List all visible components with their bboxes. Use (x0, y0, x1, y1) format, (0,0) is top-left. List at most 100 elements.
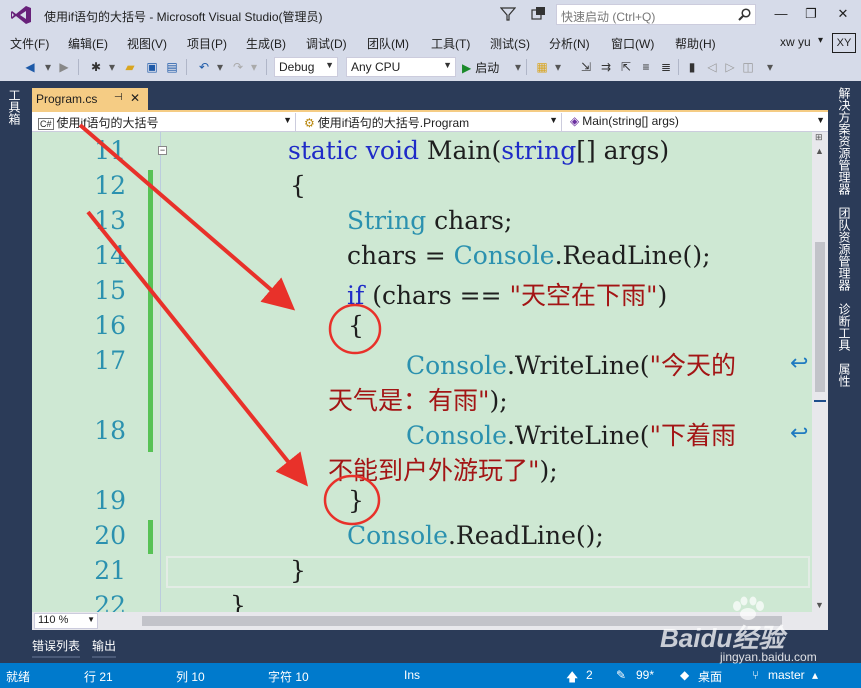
line-number: 20 (94, 521, 126, 550)
menu-edit[interactable]: 编辑(E) (68, 35, 108, 52)
branch-name[interactable]: master (768, 668, 805, 682)
prev-bookmark-icon[interactable]: ◁ (704, 59, 720, 75)
line-number: 11 (94, 136, 126, 165)
user-dropdown-icon[interactable]: ▾ (818, 35, 823, 46)
start-dropdown-icon[interactable]: ▾ (510, 59, 526, 75)
new-project-icon[interactable]: ✱ (88, 59, 104, 75)
line-number: 12 (94, 171, 126, 200)
notifications-icon[interactable] (530, 6, 546, 22)
status-line: 行 21 (84, 670, 113, 684)
next-bookmark-icon[interactable]: ▷ (722, 59, 738, 75)
step-into-icon[interactable]: ⇲ (578, 59, 594, 75)
change-tracking-bar (148, 170, 153, 452)
toolbar-separator (266, 59, 267, 75)
bookmark-icon[interactable]: ▮ (684, 59, 700, 75)
diagnostics-tab[interactable]: 诊断工具 (837, 303, 853, 351)
save-icon[interactable]: ▣ (144, 59, 160, 75)
zoom-select[interactable]: 110 % ▼ (34, 613, 98, 629)
vertical-scrollbar[interactable]: ⊞ ▲ ▼ (812, 132, 828, 612)
step-over-icon[interactable]: ⇉ (598, 59, 614, 75)
code-line-14: chars = Console.ReadLine(); (347, 241, 711, 270)
repository-name[interactable]: 桌面 (698, 668, 722, 685)
chevron-down-icon: ▼ (283, 115, 292, 125)
browser-link-dropdown-icon[interactable]: ▾ (550, 59, 566, 75)
pending-changes-count[interactable]: 99* (636, 668, 654, 682)
team-explorer-tab[interactable]: 团队资源管理器 (837, 207, 853, 291)
redo-dropdown-icon[interactable]: ▾ (246, 59, 262, 75)
collapse-region-icon[interactable]: − (158, 146, 167, 155)
close-window-button[interactable]: ✕ (830, 4, 856, 24)
branch-dropdown-icon[interactable]: ▴ (812, 668, 818, 682)
tab-error-list[interactable]: 错误列表 (32, 637, 81, 658)
redo-icon[interactable]: ↷ (230, 59, 246, 75)
menu-tools[interactable]: 工具(T) (431, 35, 470, 52)
toolbar-separator (78, 59, 79, 75)
toolbar-options-icon[interactable]: ▾ (762, 59, 778, 75)
uncomment-icon[interactable]: ≣ (658, 59, 674, 75)
open-file-icon[interactable]: ▰ (122, 59, 138, 75)
repository-icon[interactable]: ◆ (680, 668, 689, 682)
line-number: 21 (94, 556, 126, 585)
outlining-margin (160, 132, 161, 612)
feedback-filter-icon[interactable] (500, 6, 516, 22)
visual-studio-logo-icon (11, 6, 31, 24)
member-dropdown[interactable]: ◈ Main(string[] args) ▼ (566, 113, 828, 131)
tab-output[interactable]: 输出 (92, 637, 117, 658)
menu-file[interactable]: 文件(F) (10, 35, 49, 52)
solution-explorer-tab[interactable]: 解决方案资源管理器 (837, 87, 853, 195)
restore-button[interactable]: ❐ (798, 4, 824, 24)
properties-tab[interactable]: 属性 (837, 363, 853, 387)
configuration-value: Debug (279, 60, 315, 74)
menu-help[interactable]: 帮助(H) (675, 35, 716, 52)
unpublished-commits-count[interactable]: 2 (586, 668, 593, 682)
minimize-button[interactable]: — (768, 4, 794, 24)
publish-up-icon[interactable]: 🡅 (566, 668, 578, 688)
scroll-up-icon[interactable]: ▲ (815, 146, 824, 156)
menu-project[interactable]: 项目(P) (187, 35, 227, 52)
solution-platform-select[interactable]: Any CPU ▼ (346, 57, 456, 77)
line-number: 15 (94, 276, 126, 305)
clear-bookmarks-icon[interactable]: ◫ (740, 59, 756, 75)
code-navigation-bar: C# 使用if语句的大括号 ▼ ⚙ 使用if语句的大括号.Program ▼ ◈ Ma… (32, 112, 828, 132)
save-all-icon[interactable]: ▤ (164, 59, 180, 75)
project-dropdown[interactable]: C# 使用if语句的大括号 ▼ (34, 113, 296, 131)
method-icon: ◈ (570, 114, 580, 128)
undo-icon[interactable]: ↶ (196, 59, 212, 75)
menu-analyze[interactable]: 分析(N) (549, 35, 590, 52)
toolbox-tab[interactable]: 工具箱 (7, 89, 23, 125)
menu-build[interactable]: 生成(B) (246, 35, 286, 52)
solution-configuration-select[interactable]: Debug ▼ (274, 57, 338, 77)
quick-launch-input[interactable]: 快速启动 (Ctrl+Q) (556, 4, 756, 25)
menu-test[interactable]: 测试(S) (490, 35, 530, 52)
menu-debug[interactable]: 调试(D) (306, 35, 347, 52)
start-debugging-button[interactable]: ▶ 启动 (462, 59, 499, 76)
menu-team[interactable]: 团队(M) (367, 35, 409, 52)
menu-view[interactable]: 视图(V) (127, 35, 167, 52)
avatar[interactable]: XY (832, 33, 856, 53)
scrollbar-thumb[interactable] (815, 242, 825, 392)
menu-window[interactable]: 窗口(W) (611, 35, 654, 52)
class-dropdown[interactable]: ⚙ 使用if语句的大括号.Program ▼ (300, 113, 562, 131)
navigate-forward-icon[interactable]: ▶ (56, 59, 72, 75)
status-column: 列 10 (176, 670, 205, 684)
pin-icon[interactable]: ⊣ (114, 92, 123, 103)
browser-link-icon[interactable]: ▦ (534, 59, 550, 75)
comment-icon[interactable]: ≡ (638, 59, 654, 75)
word-wrap-icon: ↩ (790, 350, 809, 375)
chevron-down-icon: ▼ (443, 60, 452, 70)
step-out-icon[interactable]: ⇱ (618, 59, 634, 75)
branch-icon[interactable]: ⑂ (752, 668, 759, 682)
user-name[interactable]: xw yu (780, 35, 811, 49)
pencil-icon[interactable]: ✎ (616, 668, 626, 682)
undo-dropdown-icon[interactable]: ▾ (212, 59, 228, 75)
code-line-16: { (348, 311, 364, 340)
right-tool-strip: 解决方案资源管理器 团队资源管理器 诊断工具 属性 (832, 81, 861, 631)
scroll-split-icon[interactable]: ⊞ (815, 132, 823, 143)
close-tab-icon[interactable]: ✕ (130, 91, 140, 105)
new-project-dropdown-icon[interactable]: ▾ (104, 59, 120, 75)
navigate-back-icon[interactable]: ◀ (22, 59, 38, 75)
caret-position-marker (814, 400, 826, 402)
code-editor[interactable]: − 11 12 13 14 15 16 17 18 19 20 21 22 st… (32, 132, 812, 612)
navigate-back-dropdown-icon[interactable]: ▾ (40, 59, 56, 75)
tab-program-cs[interactable]: Program.cs ⊣ ✕ (32, 88, 148, 110)
